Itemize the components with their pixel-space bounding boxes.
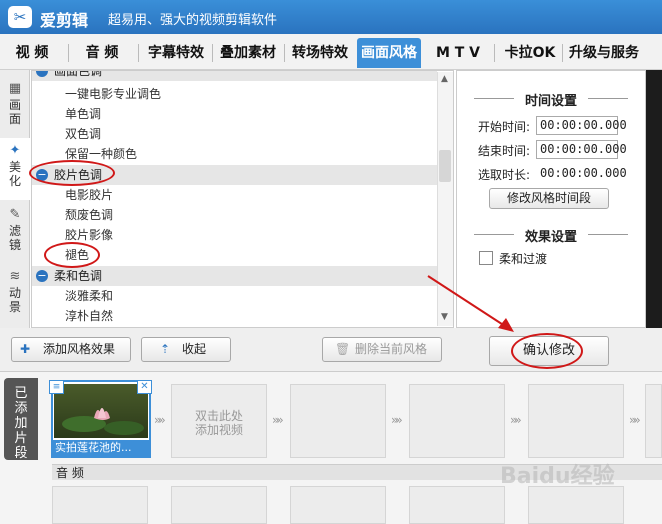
time-settings-heading: 时间设置 [470,90,632,109]
list-item[interactable]: 单色调 [32,104,437,124]
empty-clip-slot[interactable] [409,384,505,458]
annotation-oval [511,333,583,369]
audio-slot[interactable] [290,486,386,524]
add-style-button[interactable]: ✚ 添加风格效果 [11,337,131,362]
scrollbar-thumb[interactable] [439,150,451,182]
tab-audio[interactable]: 音 频 [76,38,128,68]
watermark: Baidu经验 [500,464,615,489]
app-name: 爱剪辑 [40,11,89,30]
scroll-up-icon[interactable]: ▲ [441,74,448,84]
list-item[interactable]: 双色调 [32,124,437,144]
audio-slot[interactable] [528,486,624,524]
app-logo-icon: ✂ [8,6,32,28]
collapse-button[interactable]: ⇡ 收起 [141,337,231,362]
duration-label: 选取时长: [478,168,531,182]
annotation-oval [44,242,100,268]
clip-info-icon[interactable]: ≡ [49,380,64,394]
item-label: 电影胶片 [65,188,114,202]
effect-settings-heading: 效果设置 [470,226,632,245]
clip-close-icon[interactable]: ✕ [137,380,152,394]
sidebar-tab-filter[interactable]: ✎ 滤 镜 [0,204,30,262]
item-label: 一键电影专业调色 [65,87,162,101]
modify-time-range-button[interactable]: 修改风格时间段 [489,188,609,209]
sparkle-icon: ✦ [9,143,21,158]
clip-label: 实拍莲花池的... [53,440,149,456]
chevron-right-icon: »» [510,413,522,427]
list-item[interactable]: 颓废色调 [32,205,437,225]
list-item[interactable]: 电影胶片 [32,185,437,205]
soft-transition-checkbox[interactable] [479,251,493,265]
app-slogan: 超易用、强大的视频剪辑软件 [108,13,278,28]
item-label: 淳朴自然 [65,309,114,323]
title-bar [0,0,662,34]
list-item[interactable]: 淳朴自然 [32,306,437,326]
annotation-arrow [427,275,514,332]
sidebar-tab-beautify[interactable]: ✦ 美 化 [0,138,30,200]
sidebar-tab-label: 滤 镜 [8,224,21,252]
empty-clip-slot[interactable] [528,384,624,458]
item-label: 双色调 [65,127,102,141]
tab-mtv[interactable]: M T V [428,38,488,68]
main-tab-bar: 视 频 音 频 字幕特效 叠加素材 转场特效 画面风格 M T V 卡拉OK 升… [0,34,662,70]
soft-transition-label: 柔和过渡 [499,252,548,266]
duration-value: 00:00:00.000 [540,166,627,180]
list-group-header[interactable]: − 柔和色调 [32,266,437,286]
item-label: 淡雅柔和 [65,289,114,303]
item-label: 单色调 [65,107,102,121]
audio-slot[interactable] [409,486,505,524]
tab-transitions[interactable]: 转场特效 [286,38,354,68]
tab-karaoke[interactable]: 卡拉OK [498,38,562,68]
clip-thumbnail [54,384,148,438]
end-time-field[interactable]: 00:00:00.000 [536,140,627,159]
wand-icon: ✎ [9,207,21,222]
tab-upgrade-service[interactable]: 升级与服务 [564,38,644,68]
add-video-slot[interactable]: 双击此处 添加视频 [171,384,267,458]
end-time-label: 结束时间: [478,144,531,158]
delete-style-button[interactable]: 🗑 删除当前风格 [322,337,442,362]
empty-clip-slot[interactable] [290,384,386,458]
film-icon: ▦ [8,81,22,96]
chevron-right-icon: »» [391,413,403,427]
add-style-label: 添加风格效果 [42,342,115,356]
sidebar-tab-label: 动 景 [8,286,21,314]
tab-subtitle-effects[interactable]: 字幕特效 [142,38,210,68]
chevron-right-icon: »» [154,413,166,427]
tab-picture-style[interactable]: 画面风格 [357,38,421,68]
start-time-field[interactable]: 00:00:00.000 [536,116,627,135]
chevron-right-icon: »» [272,413,284,427]
sidebar-tab-label: 美 化 [8,160,21,188]
chevron-right-icon: »» [629,413,641,427]
add-icon: ✚ [20,342,31,356]
sidebar-tab-label: 画 面 [8,98,21,126]
audio-slot[interactable] [171,486,267,524]
start-time-label: 开始时间: [478,120,531,134]
list-group-header[interactable]: − 画面色调 [32,70,437,81]
delete-style-label: 删除当前风格 [354,342,427,356]
list-item[interactable]: 胶片影像 [32,225,437,245]
sidebar-tab-motion[interactable]: ≋ 动 景 [0,266,30,324]
list-item[interactable]: 一键电影专业调色 [32,84,437,104]
collapse-icon: − [36,71,48,77]
empty-clip-slot[interactable] [645,384,662,458]
added-clips-tab[interactable]: 已 添 加 片 段 [4,378,38,461]
collapse-icon: − [36,269,48,282]
sidebar-tab-picture[interactable]: ▦ 画 面 [0,76,30,134]
preview-edge [646,70,662,372]
annotation-oval [29,160,115,186]
group-label: 画面色调 [54,70,103,78]
style-list-panel: − 画面色调 一键电影专业调色 单色调 双色调 保留一种颜色 − 胶片色调 电影… [31,70,454,328]
audio-slot[interactable] [52,486,148,524]
tab-overlay[interactable]: 叠加素材 [214,38,282,68]
category-sidebar: ▦ 画 面 ✦ 美 化 ✎ 滤 镜 ≋ 动 景 [0,70,30,328]
item-label: 颓废色调 [65,208,114,222]
group-label: 柔和色调 [54,269,103,283]
wave-icon: ≋ [9,269,21,284]
collapse-label: 收起 [181,342,206,356]
trash-icon: 🗑 [335,342,351,356]
list-item[interactable]: 淡雅柔和 [32,286,437,306]
collapse-up-icon: ⇡ [160,342,171,356]
tab-video[interactable]: 视 频 [6,38,58,68]
